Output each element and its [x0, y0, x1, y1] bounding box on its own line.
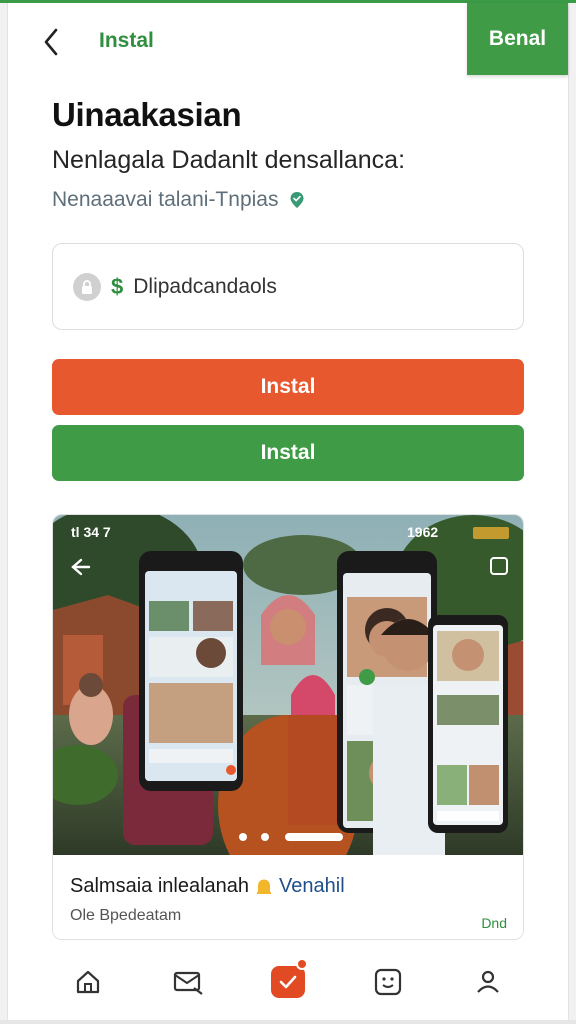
top-app-bar: Instal Benal: [8, 3, 568, 79]
nav-home[interactable]: [68, 962, 108, 1002]
promo-caption-title: Salmsaia inlealanah: [70, 875, 250, 897]
chevron-left-icon: [44, 28, 58, 56]
nav-profile[interactable]: [468, 962, 508, 1002]
promo-card[interactable]: tl 34 7 1962 Salmsaia inlealanah Venahil…: [52, 514, 524, 940]
bottom-navigation: [8, 940, 568, 1024]
promo-caption-sub: Ole Bpedeatam: [70, 907, 182, 924]
info-text: Dlipadcandaols: [133, 274, 277, 298]
profile-icon: [477, 970, 499, 993]
info-card[interactable]: $ Dlipadcandaols: [52, 243, 524, 330]
promo-caption-title-row: Salmsaia inlealanah Venahil: [70, 875, 345, 898]
header-title: Instal: [99, 29, 154, 52]
back-button[interactable]: [36, 25, 66, 59]
bell-icon: [255, 877, 273, 897]
promo-photo: tl 34 7 1962: [53, 515, 523, 855]
smile-icon: [374, 968, 402, 996]
currency-icon: $: [111, 273, 124, 299]
app-description: Nenlagala Dadanlt densallanca:: [52, 146, 406, 174]
notification-badge: [296, 958, 308, 970]
promo-status-right: 1962: [407, 524, 439, 540]
home-icon: [76, 970, 100, 994]
nav-store[interactable]: [268, 958, 308, 1002]
install-button-secondary[interactable]: Instal: [52, 425, 524, 481]
promo-caption-more-link[interactable]: Dnd: [481, 915, 507, 931]
lock-icon: [73, 272, 101, 301]
app-subtitle: Nenaaavai talani-Tnpias: [52, 188, 279, 211]
app-subtitle-row: Nenaaavai talani-Tnpias: [52, 188, 306, 212]
promo-caption: Salmsaia inlealanah Venahil Ole Bpedeata…: [53, 855, 523, 939]
bottom-system-bar: [0, 1020, 576, 1024]
nav-feed[interactable]: [368, 962, 408, 1002]
app-name: Uinaakasian: [52, 96, 242, 133]
mail-icon: [173, 971, 203, 995]
nav-messages[interactable]: [168, 962, 208, 1002]
promo-caption-highlight[interactable]: Venahil: [279, 875, 345, 898]
left-frame: [0, 0, 8, 1024]
store-icon: [279, 975, 297, 989]
location-pin-icon: [288, 191, 306, 209]
right-frame: [568, 0, 576, 1024]
promo-status-left: tl 34 7: [71, 524, 111, 540]
header-action-button[interactable]: Benal: [467, 3, 568, 75]
install-button-primary[interactable]: Instal: [52, 359, 524, 415]
nav-store-active: [271, 966, 305, 998]
